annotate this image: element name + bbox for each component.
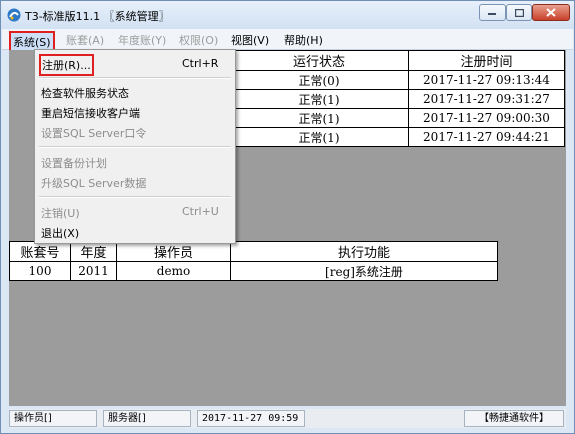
table-row[interactable]: 100 2011 demo [reg]系统注册	[9, 261, 498, 281]
sites-table: 运行状态 注册时间 正常(0) 2017-11-27 09:13:44 正常(1…	[229, 50, 565, 147]
system-menu-dropdown: 注册(R)... Ctrl+R 检查软件服务状态 重启短信接收客户端 设置SQL…	[34, 49, 236, 244]
table-header-row: 运行状态 注册时间	[229, 50, 565, 71]
table-cell: 正常(0)	[229, 70, 409, 90]
app-logo-icon	[7, 8, 21, 22]
menu-view[interactable]: 视图(V)	[231, 32, 269, 48]
app-window: T3-标准版11.1 〖系统管理〗 系统(S) 账套(A) 年度账(Y) 权限(…	[0, 0, 575, 434]
table-cell: 2011	[70, 261, 117, 281]
column-header[interactable]: 运行状态	[229, 50, 409, 71]
menu-permission[interactable]: 权限(O)	[179, 32, 218, 48]
menu-item-shortcut: Ctrl+R	[182, 57, 219, 70]
status-datetime: 2017-11-27 09:59	[197, 410, 305, 427]
table-cell: 100	[9, 261, 71, 281]
table-cell: 2017-11-27 09:44:21	[408, 127, 565, 147]
menu-item-label: 检查软件服务状态	[41, 87, 129, 100]
tasks-table: 账套号 年度 操作员 执行功能 100 2011 demo [reg]系统注册	[9, 241, 498, 281]
table-row[interactable]: 正常(1) 2017-11-27 09:44:21	[229, 127, 565, 147]
table-row[interactable]: 正常(1) 2017-11-27 09:31:27	[229, 89, 565, 109]
minimize-icon	[488, 12, 496, 15]
close-button[interactable]	[532, 4, 570, 21]
table-cell: 正常(1)	[229, 89, 409, 109]
status-operator: 操作员[]	[9, 410, 97, 427]
close-icon	[546, 8, 556, 17]
status-bar: 操作员[] 服务器[] 2017-11-27 09:59 【畅捷通软件】	[9, 409, 566, 428]
menu-item-label: 升级SQL Server数据	[41, 177, 147, 190]
menu-item-label: 注册(R)...	[39, 54, 94, 76]
menu-help[interactable]: 帮助(H)	[284, 32, 323, 48]
table-header-row: 账套号 年度 操作员 执行功能	[9, 241, 498, 262]
table-cell: 正常(1)	[229, 127, 409, 147]
menu-item-restart-sms[interactable]: 重启短信接收客户端	[35, 101, 235, 121]
menu-account[interactable]: 账套(A)	[66, 32, 104, 48]
menu-item-upgrade-sql[interactable]: 升级SQL Server数据	[35, 171, 235, 191]
status-server: 服务器[]	[103, 410, 191, 427]
menu-item-label: 退出(X)	[41, 227, 80, 240]
table-cell: [reg]系统注册	[230, 261, 498, 281]
table-row[interactable]: 正常(1) 2017-11-27 09:00:30	[229, 108, 565, 128]
column-header[interactable]: 账套号	[9, 241, 71, 262]
maximize-button[interactable]	[506, 4, 532, 21]
table-cell: 2017-11-27 09:31:27	[408, 89, 565, 109]
menu-item-sql-password[interactable]: 设置SQL Server口令	[35, 121, 235, 141]
menu-separator	[39, 146, 231, 148]
menu-fiscal-year[interactable]: 年度账(Y)	[118, 32, 166, 48]
column-header[interactable]: 操作员	[116, 241, 231, 262]
menu-bar: 系统(S) 账套(A) 年度账(Y) 权限(O) 视图(V) 帮助(H)	[2, 29, 573, 53]
column-header[interactable]: 年度	[70, 241, 117, 262]
menu-item-label: 设置SQL Server口令	[41, 127, 147, 140]
menu-item-check-service[interactable]: 检查软件服务状态	[35, 81, 235, 101]
minimize-button[interactable]	[479, 4, 506, 21]
table-cell: 2017-11-27 09:13:44	[408, 70, 565, 90]
column-header[interactable]: 注册时间	[408, 50, 565, 71]
table-cell: 2017-11-27 09:00:30	[408, 108, 565, 128]
menu-separator	[39, 196, 231, 198]
status-brand: 【畅捷通软件】	[464, 410, 564, 427]
title-bar[interactable]: T3-标准版11.1 〖系统管理〗	[1, 1, 574, 29]
column-header[interactable]: 执行功能	[230, 241, 498, 262]
menu-item-logout[interactable]: 注销(U) Ctrl+U	[35, 201, 235, 221]
menu-item-shortcut: Ctrl+U	[182, 205, 219, 218]
menu-item-exit[interactable]: 退出(X)	[35, 221, 235, 241]
menu-item-label: 注销(U)	[41, 207, 80, 220]
table-cell: 正常(1)	[229, 108, 409, 128]
window-title: T3-标准版11.1 〖系统管理〗	[25, 10, 170, 23]
menu-item-backup-plan[interactable]: 设置备份计划	[35, 151, 235, 171]
menu-item-label: 重启短信接收客户端	[41, 107, 140, 120]
menu-separator	[39, 77, 231, 79]
maximize-icon	[514, 8, 524, 17]
menu-item-label: 设置备份计划	[41, 157, 107, 170]
table-row[interactable]: 正常(0) 2017-11-27 09:13:44	[229, 70, 565, 90]
table-cell: demo	[116, 261, 231, 281]
menu-item-register[interactable]: 注册(R)... Ctrl+R	[35, 53, 235, 76]
